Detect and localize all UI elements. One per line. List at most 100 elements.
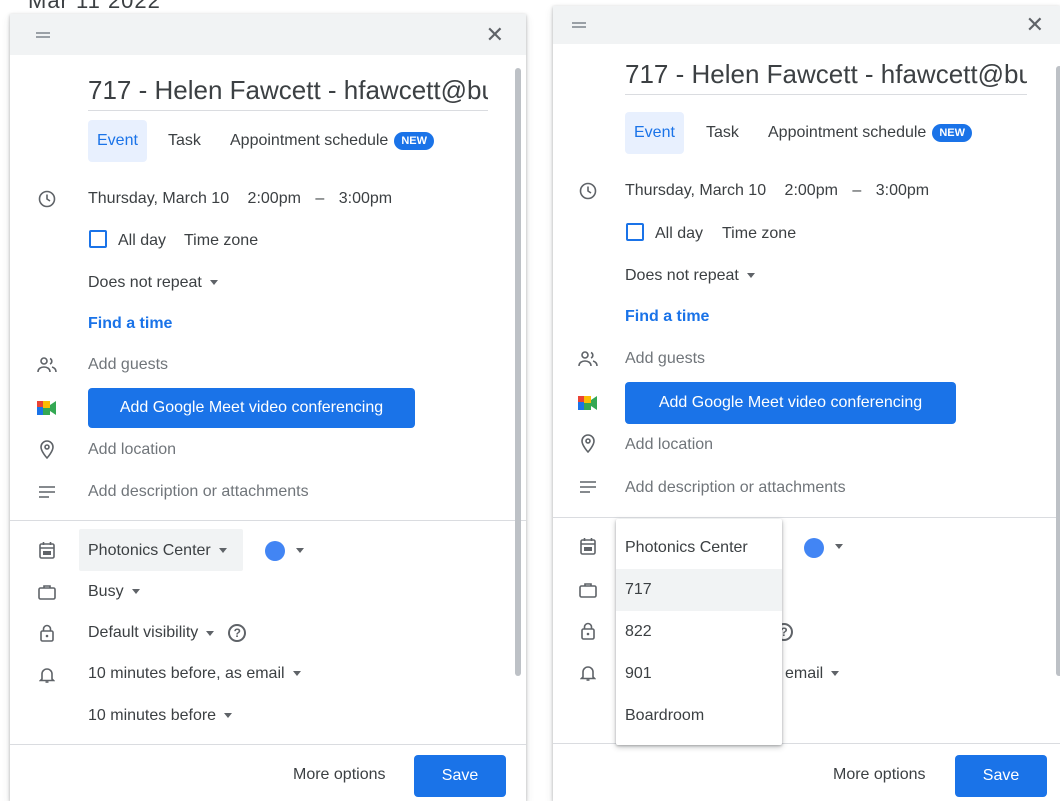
briefcase-icon xyxy=(36,581,58,603)
all-day-checkbox[interactable] xyxy=(89,230,107,248)
google-meet-icon xyxy=(36,397,58,419)
find-a-time-link[interactable]: Find a time xyxy=(88,315,172,333)
add-google-meet-button[interactable]: Add Google Meet video conferencing xyxy=(625,382,956,424)
repeat-dropdown[interactable]: Does not repeat xyxy=(88,274,218,292)
add-location-input[interactable]: Add location xyxy=(625,436,713,454)
close-icon[interactable]: ✕ xyxy=(1026,12,1044,38)
visibility-label: Default visibility xyxy=(88,624,199,642)
description-icon xyxy=(577,476,599,498)
event-color-picker[interactable] xyxy=(804,538,824,558)
scrollbar[interactable] xyxy=(515,68,521,676)
chevron-down-icon xyxy=(835,544,843,550)
repeat-dropdown[interactable]: Does not repeat xyxy=(625,267,755,285)
repeat-label: Does not repeat xyxy=(625,267,739,284)
close-icon[interactable]: ✕ xyxy=(486,22,504,48)
all-day-label: All day xyxy=(655,225,704,242)
scrollbar[interactable] xyxy=(1056,66,1060,676)
drag-handle-icon[interactable] xyxy=(572,22,586,28)
bell-icon xyxy=(577,662,599,684)
description-icon xyxy=(36,481,58,503)
add-description-input[interactable]: Add description or attachments xyxy=(625,479,846,497)
tab-appointment-schedule[interactable]: Appointment schedule NEW xyxy=(768,124,972,142)
more-options-button[interactable]: More options xyxy=(293,766,386,784)
tab-event[interactable]: Event xyxy=(625,112,684,154)
tab-appointment-label: Appointment schedule xyxy=(768,124,927,142)
notification-label-2: 10 minutes before xyxy=(88,707,217,724)
find-a-time-link[interactable]: Find a time xyxy=(625,308,709,326)
location-pin-icon xyxy=(36,439,58,461)
chevron-down-icon xyxy=(292,671,301,677)
google-meet-icon xyxy=(577,392,599,414)
all-day-checkbox[interactable] xyxy=(626,223,644,241)
background-date-fragment: Mar 11 2022 xyxy=(28,0,161,13)
add-google-meet-button[interactable]: Add Google Meet video conferencing xyxy=(88,388,415,428)
chevron-down-icon xyxy=(131,589,140,595)
tab-event[interactable]: Event xyxy=(88,120,147,162)
time-dash: – xyxy=(852,182,862,199)
new-badge: NEW xyxy=(394,132,434,150)
availability-dropdown[interactable]: Busy xyxy=(88,583,140,601)
color-picker-caret[interactable] xyxy=(288,542,304,560)
chevron-down-icon xyxy=(296,548,304,554)
calendar-icon xyxy=(577,535,599,557)
save-button[interactable]: Save xyxy=(955,755,1047,797)
footer-divider xyxy=(10,744,526,745)
tab-appointment-label: Appointment schedule xyxy=(230,132,389,150)
end-time-selector[interactable]: 3:00pm xyxy=(339,190,392,207)
chevron-down-icon xyxy=(224,713,233,719)
start-time-selector[interactable]: 2:00pm xyxy=(785,182,838,199)
time-dash: – xyxy=(315,190,325,207)
menu-item-822[interactable]: 822 xyxy=(616,611,782,653)
menu-item-717[interactable]: 717 xyxy=(616,569,782,611)
bell-icon xyxy=(36,664,58,686)
add-guests-input[interactable]: Add guests xyxy=(88,356,168,374)
menu-item-photonics-center[interactable]: Photonics Center xyxy=(616,527,782,569)
dialog-header: ✕ xyxy=(10,14,526,55)
help-icon[interactable]: ? xyxy=(228,624,247,642)
start-time-selector[interactable]: 2:00pm xyxy=(248,190,301,207)
add-location-input[interactable]: Add location xyxy=(88,441,176,459)
menu-item-901[interactable]: 901 xyxy=(616,653,782,695)
notification-dropdown-2[interactable]: 10 minutes before xyxy=(88,707,233,725)
add-description-input[interactable]: Add description or attachments xyxy=(88,483,309,501)
section-divider xyxy=(10,520,526,521)
notification-label-partial: email xyxy=(785,665,824,682)
end-time-selector[interactable]: 3:00pm xyxy=(876,182,929,199)
new-badge: NEW xyxy=(932,124,972,142)
notification-label-1: 10 minutes before, as email xyxy=(88,665,285,682)
clock-icon xyxy=(36,188,58,210)
event-title-input[interactable]: 717 - Helen Fawcett - hfawcett@bu. xyxy=(88,70,488,111)
event-color-picker[interactable] xyxy=(265,541,285,561)
clock-icon xyxy=(577,180,599,202)
tab-appointment-schedule[interactable]: Appointment schedule NEW xyxy=(230,132,434,150)
repeat-label: Does not repeat xyxy=(88,274,202,291)
guests-icon xyxy=(577,348,599,370)
event-editor-panel-left: ✕ 717 - Helen Fawcett - hfawcett@bu. Eve… xyxy=(10,14,526,801)
notification-dropdown-1[interactable]: 10 minutes before, as email xyxy=(88,665,301,683)
calendar-selector-text: Photonics Center xyxy=(88,542,227,560)
event-title-input[interactable]: 717 - Helen Fawcett - hfawcett@bu. xyxy=(625,54,1027,95)
section-divider xyxy=(553,517,1060,518)
date-selector[interactable]: Thursday, March 10 xyxy=(88,190,229,207)
location-pin-icon xyxy=(577,433,599,455)
chevron-down-icon xyxy=(746,273,755,279)
chevron-down-icon xyxy=(206,630,215,636)
drag-handle-icon[interactable] xyxy=(36,31,50,38)
availability-label: Busy xyxy=(88,583,124,600)
save-button[interactable]: Save xyxy=(414,755,506,797)
menu-item-boardroom[interactable]: Boardroom xyxy=(616,695,782,737)
chevron-down-icon xyxy=(209,280,218,286)
time-zone-link[interactable]: Time zone xyxy=(184,232,258,250)
chevron-down-icon xyxy=(218,548,227,554)
visibility-dropdown[interactable]: Default visibility? xyxy=(88,624,247,642)
notification-dropdown-partial[interactable]: email xyxy=(785,665,840,683)
more-options-button[interactable]: More options xyxy=(833,766,926,784)
add-guests-input[interactable]: Add guests xyxy=(625,350,705,368)
date-time-row: Thursday, March 10 2:00pm – 3:00pm xyxy=(88,190,392,208)
date-selector[interactable]: Thursday, March 10 xyxy=(625,182,766,199)
color-picker-caret[interactable] xyxy=(827,538,843,556)
calendar-icon xyxy=(36,539,58,561)
tab-task[interactable]: Task xyxy=(706,124,739,142)
time-zone-link[interactable]: Time zone xyxy=(722,225,796,243)
tab-task[interactable]: Task xyxy=(168,132,201,150)
